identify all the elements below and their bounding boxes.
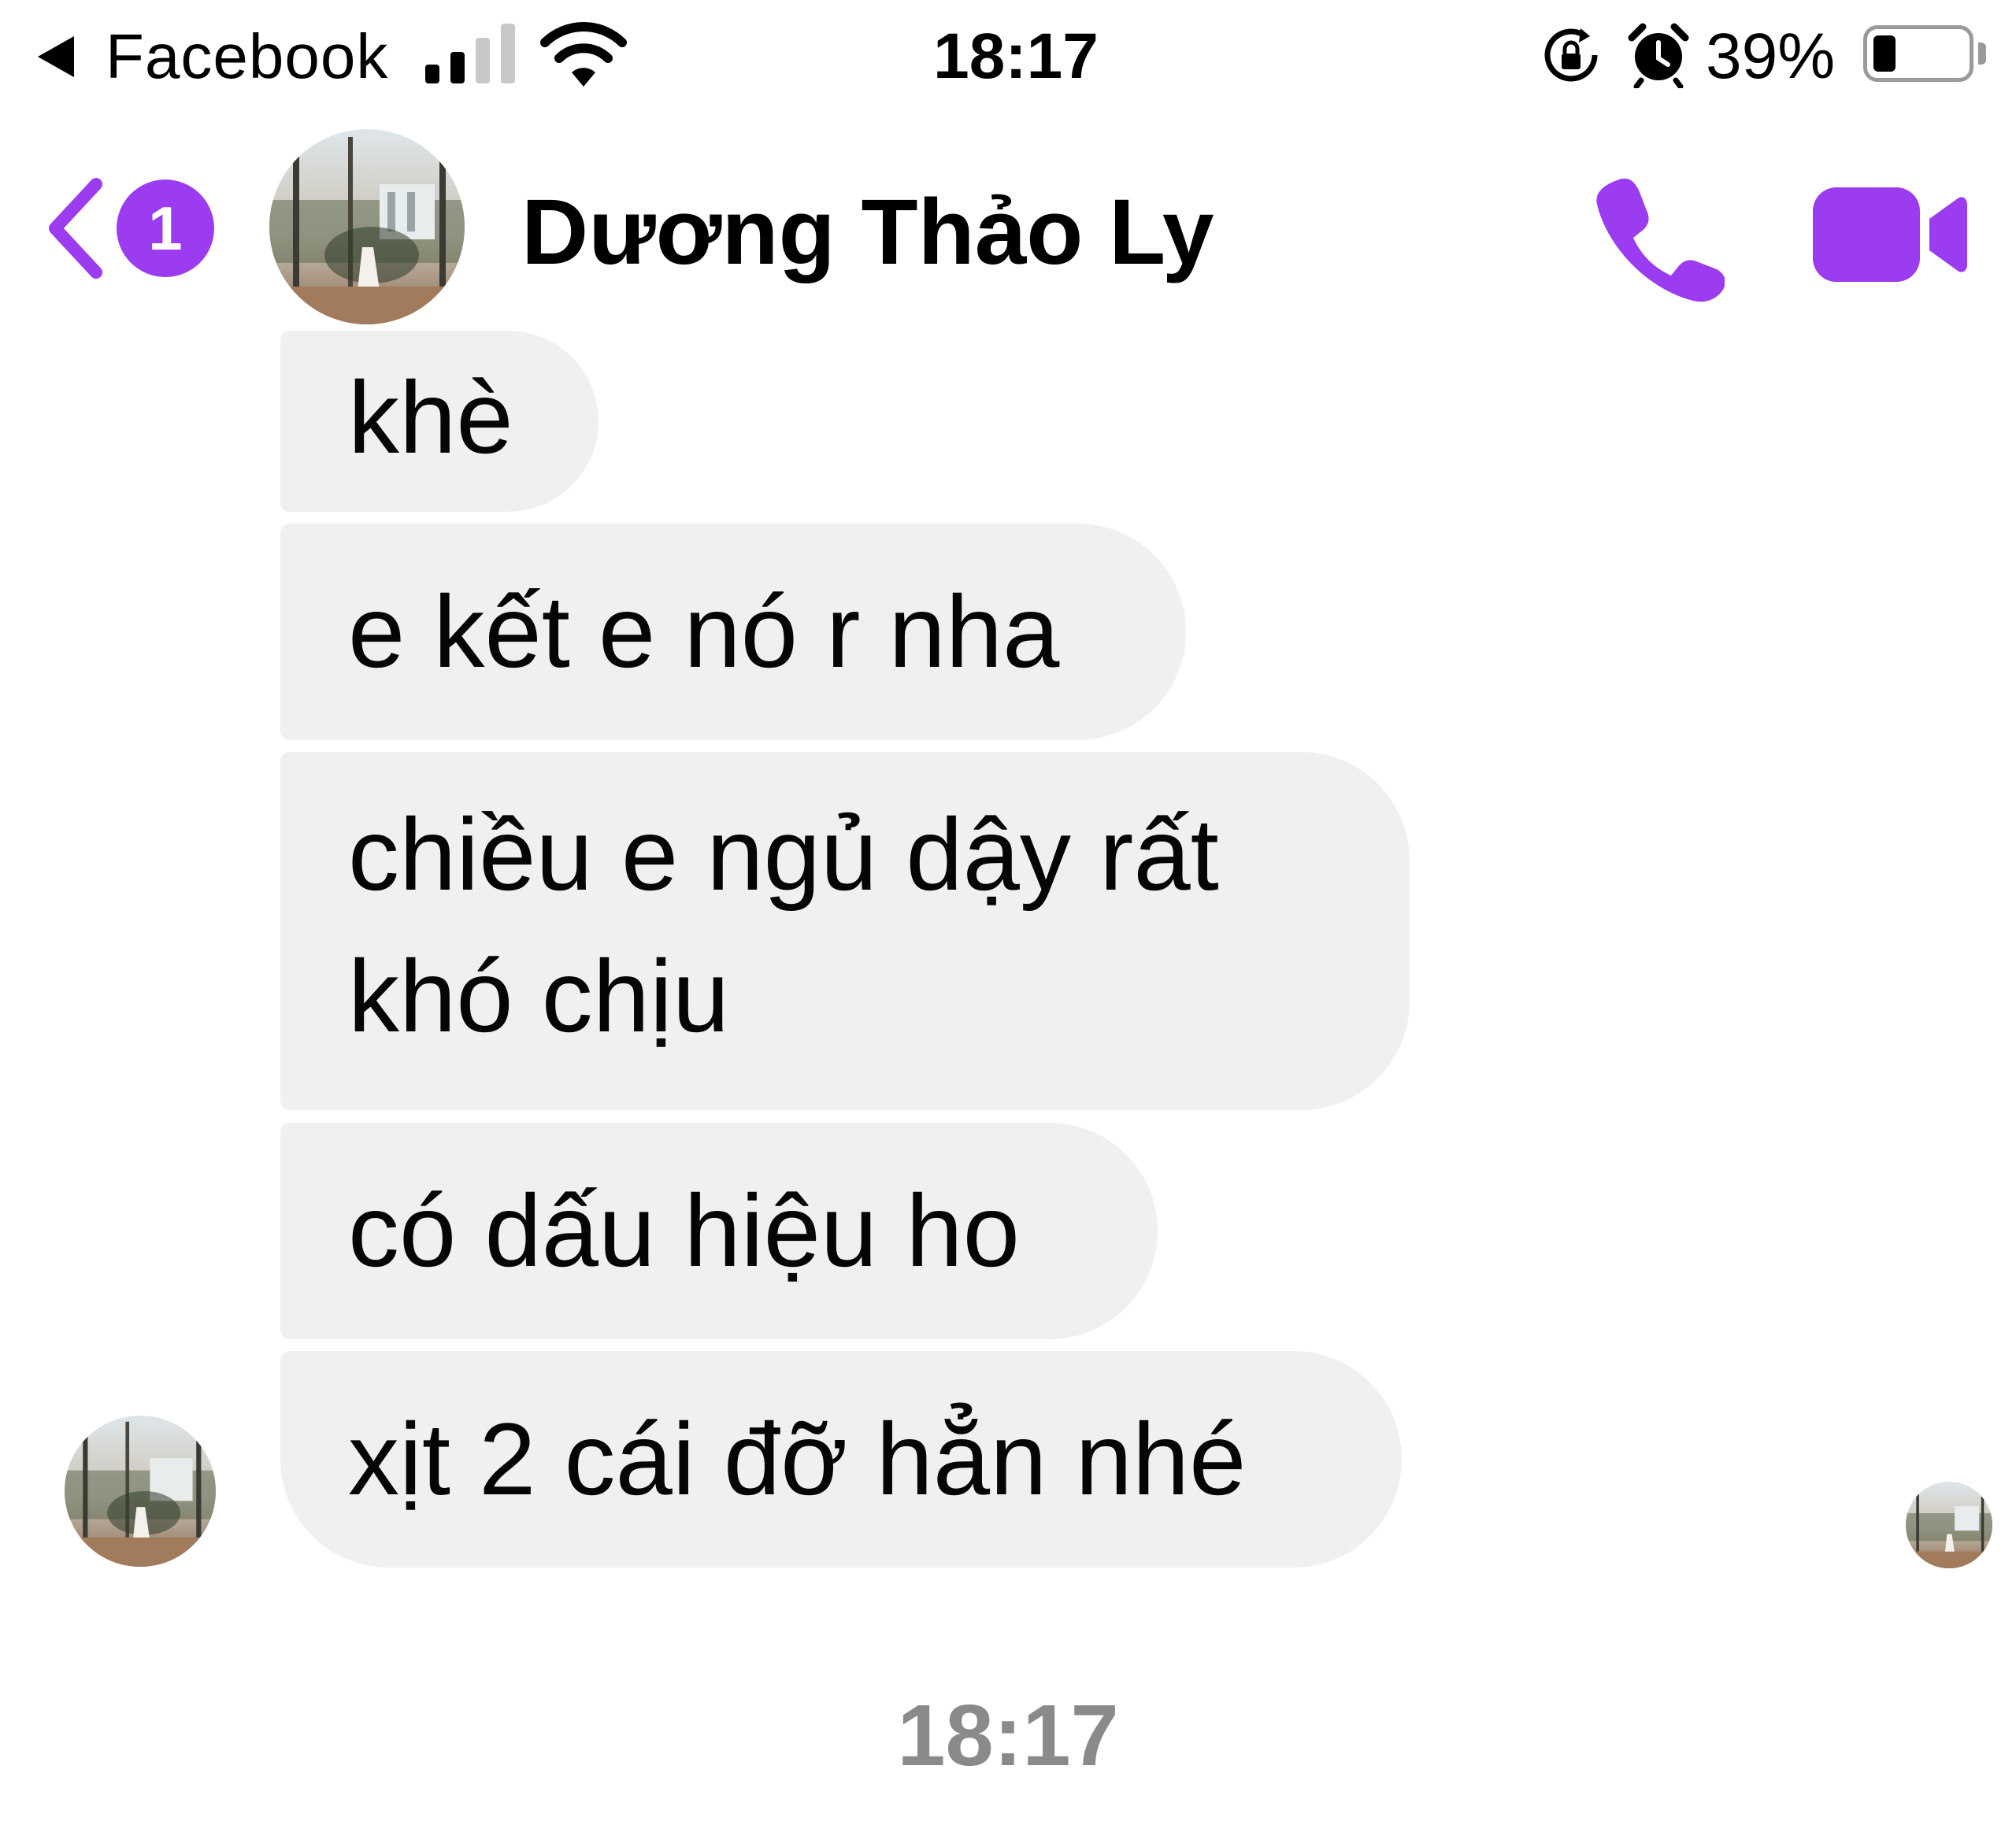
- status-bar: Facebook 18:17 39%: [0, 0, 2016, 118]
- message-timestamp: 18:17: [897, 1687, 1119, 1784]
- message-bubble[interactable]: khè: [280, 331, 598, 512]
- video-call-button[interactable]: [1811, 180, 1969, 290]
- unread-count-badge: 1: [117, 180, 214, 277]
- back-app-label: Facebook: [106, 21, 389, 91]
- message-text: chiều e ngủ dậy rất khó chịu: [348, 797, 1219, 1053]
- signal-icon: [425, 24, 520, 83]
- contact-avatar[interactable]: [269, 129, 465, 324]
- battery-icon: [1863, 25, 1973, 82]
- back-button[interactable]: 1: [44, 173, 225, 283]
- message-bubble[interactable]: có dấu hiệu ho: [280, 1123, 1158, 1339]
- battery-tip: [1978, 43, 1986, 65]
- video-camera-icon: [1813, 187, 1967, 282]
- alarm-icon: [1625, 20, 1692, 88]
- voice-call-button[interactable]: [1591, 168, 1725, 302]
- status-time: 18:17: [933, 20, 1099, 92]
- battery-level: [1873, 35, 1896, 72]
- message-bubble[interactable]: xịt 2 cái đỡ hẳn nhé: [280, 1351, 1402, 1568]
- battery-percentage: 39%: [1706, 20, 1836, 92]
- chevron-left-icon: [44, 173, 107, 283]
- conversation-header: 1 Dương Thảo Ly: [0, 118, 2016, 331]
- message-bubble[interactable]: chiều e ngủ dậy rất khó chịu: [280, 752, 1410, 1110]
- back-to-app-link[interactable]: Facebook: [38, 17, 388, 96]
- seen-indicator-avatar: [1906, 1482, 1992, 1568]
- sender-avatar[interactable]: [65, 1416, 216, 1567]
- phone-icon: [1596, 178, 1725, 302]
- message-text: khè: [348, 360, 513, 475]
- message-text: xịt 2 cái đỡ hẳn nhé: [348, 1401, 1247, 1516]
- message-text: e kết e nó r nha: [348, 574, 1060, 689]
- back-arrow-icon: [38, 36, 74, 77]
- message-text: có dấu hiệu ho: [348, 1173, 1020, 1288]
- message-bubble[interactable]: e kết e nó r nha: [280, 524, 1186, 740]
- wifi-icon: [540, 19, 627, 90]
- contact-name[interactable]: Dương Thảo Ly: [521, 181, 1214, 283]
- orientation-lock-icon: [1540, 24, 1603, 87]
